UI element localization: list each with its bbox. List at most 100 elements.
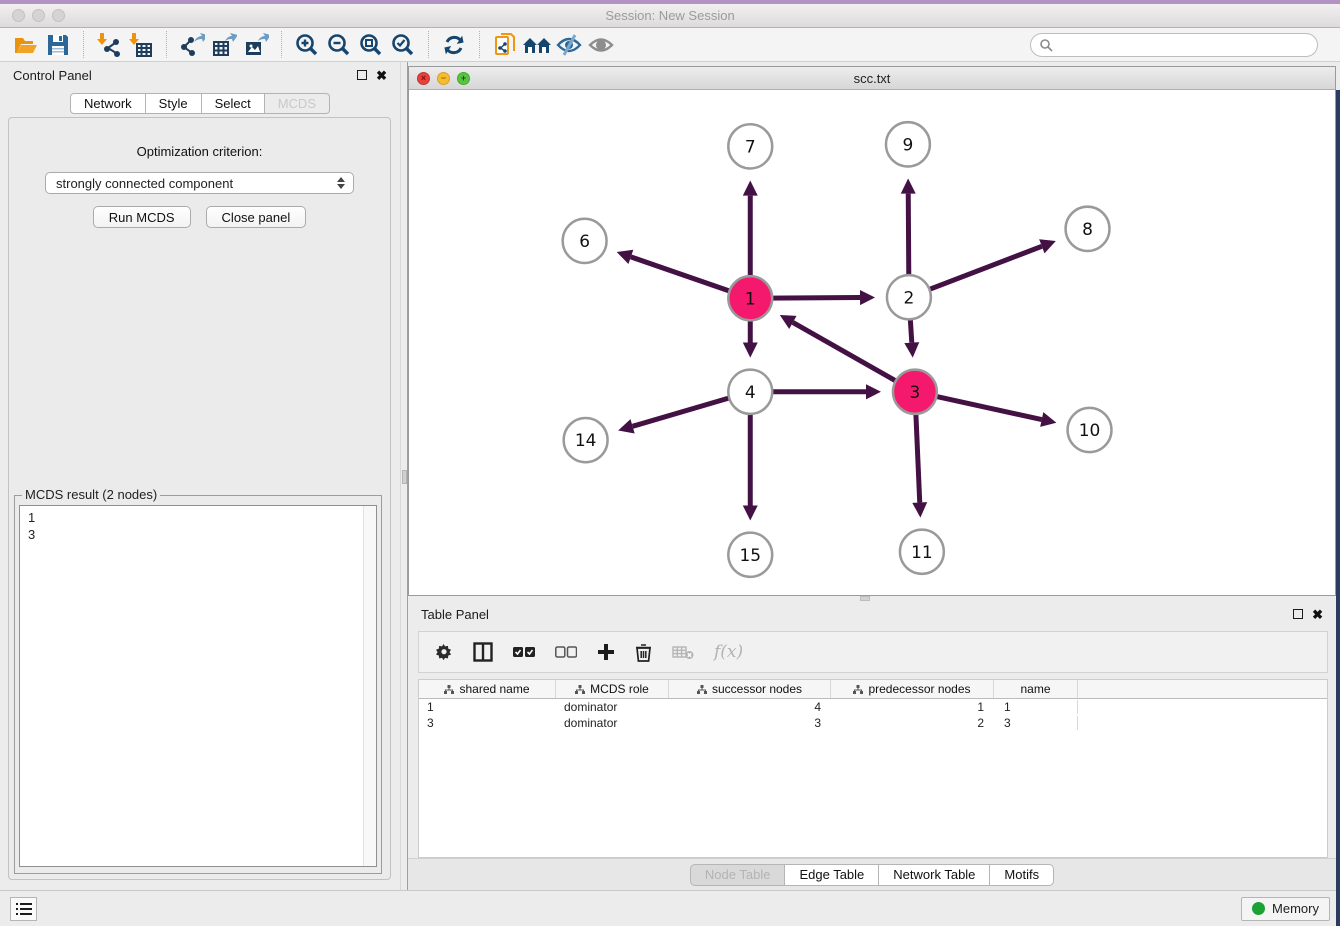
zoom-selected-icon[interactable] (387, 30, 419, 60)
table-panel-title: Table Panel (421, 607, 489, 622)
column-header-shared-name[interactable]: shared name (419, 680, 556, 698)
graph-node-label: 15 (739, 546, 761, 566)
memory-button[interactable]: Memory (1241, 897, 1330, 921)
graph-node-label: 11 (911, 543, 933, 563)
home-layout-icon[interactable] (521, 30, 553, 60)
splitter-handle[interactable] (860, 596, 870, 601)
delete-column-icon[interactable] (635, 643, 652, 662)
select-stepper-icon (337, 177, 345, 189)
criterion-select[interactable]: strongly connected component (45, 172, 354, 194)
column-header-name[interactable]: name (994, 680, 1078, 698)
search-input[interactable] (1030, 33, 1318, 57)
mcds-result-text[interactable]: 1 3 (19, 505, 377, 867)
splitter-handle[interactable] (402, 470, 407, 484)
memory-status-icon (1252, 902, 1265, 915)
open-session-icon[interactable] (10, 30, 42, 60)
import-network-icon[interactable] (93, 30, 125, 60)
graph-edge-2-8[interactable] (927, 246, 1042, 290)
run-mcds-button[interactable]: Run MCDS (93, 206, 191, 228)
column-settings-icon[interactable] (435, 643, 453, 661)
zoom-out-icon[interactable] (323, 30, 355, 60)
cell-successor-nodes: 4 (669, 700, 831, 714)
export-table-icon[interactable] (208, 30, 240, 60)
graph-node-label: 4 (745, 383, 756, 403)
graph-edge-3-10[interactable] (933, 396, 1041, 420)
float-panel-icon[interactable] (1293, 609, 1303, 619)
float-panel-icon[interactable] (357, 70, 367, 80)
task-history-button[interactable] (10, 897, 37, 921)
attribute-tree-icon (444, 685, 454, 694)
table-panel-header: Table Panel ✖ (408, 601, 1336, 627)
unselect-all-icon[interactable] (555, 646, 577, 658)
export-network-icon[interactable] (176, 30, 208, 60)
select-all-icon[interactable] (513, 646, 535, 658)
hide-selected-icon[interactable] (553, 30, 585, 60)
network-canvas[interactable]: 7968124314101511 (409, 90, 1335, 595)
table-row[interactable]: 3 dominator 3 2 3 (419, 715, 1327, 731)
control-panel-tabs: Network Style Select MCDS (0, 93, 400, 114)
tab-network-table[interactable]: Network Table (879, 864, 990, 886)
graph-edge-4-14[interactable] (633, 397, 732, 426)
vertical-splitter[interactable] (400, 62, 408, 890)
column-header-mcds-role[interactable]: MCDS role (556, 680, 669, 698)
cell-mcds-role: dominator (556, 716, 669, 730)
horizontal-splitter[interactable] (408, 596, 1336, 601)
column-header-successor-nodes[interactable]: successor nodes (669, 680, 831, 698)
graph-node-label: 6 (579, 232, 590, 252)
import-table-icon[interactable] (125, 30, 157, 60)
graph-edge-1-6[interactable] (631, 257, 732, 292)
criterion-value: strongly connected component (56, 176, 233, 191)
graph-node-label: 8 (1082, 220, 1093, 240)
column-header-predecessor-nodes[interactable]: predecessor nodes (831, 680, 994, 698)
graph-edge-1-2[interactable] (769, 298, 860, 299)
tab-node-table[interactable]: Node Table (690, 864, 786, 886)
graph-edge-arrowhead (743, 505, 758, 520)
close-panel-icon[interactable]: ✖ (376, 69, 387, 82)
refresh-icon[interactable] (438, 30, 470, 60)
destroy-table-icon[interactable] (672, 644, 694, 660)
show-all-icon[interactable] (585, 30, 617, 60)
table-header-row: shared name MCDS role successor nodes pr… (419, 680, 1327, 699)
network-graph: 7968124314101511 (409, 90, 1335, 595)
graph-edge-2-9[interactable] (908, 194, 909, 279)
mcds-result-group: MCDS result (2 nodes) 1 3 (14, 495, 382, 874)
graph-edge-arrowhead (743, 181, 758, 196)
tab-select[interactable]: Select (202, 93, 265, 114)
tab-mcds[interactable]: MCDS (265, 93, 330, 114)
close-panel-icon[interactable]: ✖ (1312, 608, 1323, 621)
zoom-in-icon[interactable] (291, 30, 323, 60)
graph-edge-3-11[interactable] (916, 411, 920, 503)
toolbar-separator (428, 31, 429, 58)
result-scrollbar[interactable] (363, 506, 376, 866)
tab-network[interactable]: Network (70, 93, 146, 114)
export-image-icon[interactable] (240, 30, 272, 60)
table-panel: Table Panel ✖ (408, 601, 1336, 890)
window-title: Session: New Session (0, 8, 1340, 23)
function-builder-icon[interactable]: f(x) (714, 642, 743, 662)
tab-edge-table[interactable]: Edge Table (785, 864, 879, 886)
list-icon (16, 902, 32, 916)
table-row[interactable]: 1 dominator 4 1 1 (419, 699, 1327, 715)
tab-style[interactable]: Style (146, 93, 202, 114)
graph-edge-3-1[interactable] (793, 322, 899, 382)
create-column-icon[interactable] (597, 643, 615, 661)
close-panel-button[interactable]: Close panel (206, 206, 307, 228)
desktop-edge-right (1336, 90, 1340, 926)
search-icon (1039, 38, 1053, 55)
show-columns-icon[interactable] (473, 642, 493, 662)
tab-motifs[interactable]: Motifs (990, 864, 1054, 886)
control-panel-header: Control Panel ✖ (0, 62, 400, 88)
graph-node-label: 7 (745, 137, 756, 157)
cell-shared-name: 3 (419, 716, 556, 730)
graph-edge-arrowhead (1040, 412, 1056, 427)
right-column: × − + scc.txt 7968124314101511 Table Pan… (408, 62, 1336, 890)
save-session-icon[interactable] (42, 30, 74, 60)
clone-network-icon[interactable] (489, 30, 521, 60)
toolbar-separator (281, 31, 282, 58)
attribute-tree-icon (575, 685, 585, 694)
cell-successor-nodes: 3 (669, 716, 831, 730)
graph-edge-arrowhead (866, 384, 881, 399)
graph-node-label: 1 (745, 289, 756, 309)
zoom-fit-icon[interactable] (355, 30, 387, 60)
cell-shared-name: 1 (419, 700, 556, 714)
